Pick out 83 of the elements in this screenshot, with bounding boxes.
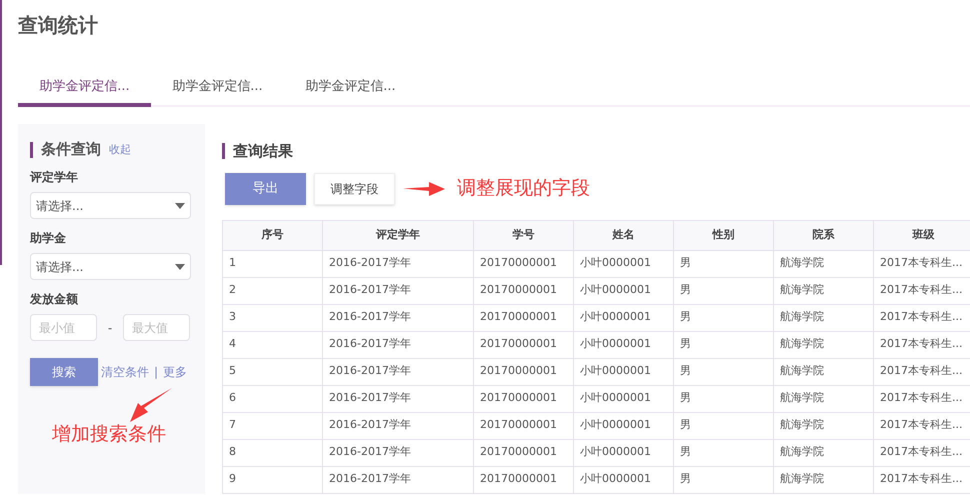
dropdown-caret-icon [175, 202, 185, 208]
table-cell: 1 [222, 250, 322, 277]
table-cell: 20170000001 [474, 358, 574, 385]
table-cell: 2 [222, 277, 322, 304]
table-cell: 20170000001 [474, 385, 574, 412]
table-cell: 航海学院 [774, 412, 874, 439]
table-cell: 小叶0000001 [574, 412, 674, 439]
table-cell: 20170000001 [474, 439, 574, 466]
table-cell: 小叶0000001 [574, 385, 674, 412]
table-cell: 2016-2017学年 [322, 385, 474, 412]
table-cell: 2016-2017学年 [322, 304, 474, 331]
table-cell: 2016-2017学年 [322, 331, 474, 358]
table-cell: 20170000001 [474, 331, 574, 358]
table-cell: 小叶0000001 [574, 250, 674, 277]
arrow-icon [130, 388, 172, 422]
panel-title: 条件查询 [41, 140, 101, 158]
field-label: 评定学年 [30, 169, 79, 186]
tab[interactable]: 助学金评定信... [151, 70, 284, 107]
adjust-fields-button[interactable]: 调整字段 [314, 172, 395, 204]
table-cell: 小叶0000001 [574, 439, 674, 466]
table-cell: 6 [222, 385, 322, 412]
column-header: 姓名 [574, 220, 674, 250]
table-cell: 小叶0000001 [574, 466, 674, 493]
table-cell: 男 [674, 466, 774, 493]
table-cell: 男 [674, 277, 774, 304]
table-cell: 航海学院 [774, 466, 874, 493]
table-cell: 男 [674, 439, 774, 466]
select-field[interactable]: 请选择... [30, 253, 191, 280]
table-cell: 男 [674, 358, 774, 385]
tab[interactable]: 助学金评定信... [284, 70, 417, 107]
table-cell: 航海学院 [774, 250, 874, 277]
table-cell: 男 [674, 331, 774, 358]
range-separator: - [106, 320, 114, 336]
column-header: 班级 [874, 220, 970, 250]
table-cell: 航海学院 [774, 439, 874, 466]
table-cell: 男 [674, 412, 774, 439]
dropdown-caret-icon [175, 264, 185, 270]
table-cell: 20170000001 [474, 412, 574, 439]
column-header: 院系 [774, 220, 874, 250]
table-cell: 航海学院 [774, 277, 874, 304]
table-cell: 2016-2017学年 [322, 466, 474, 493]
table-cell: 小叶0000001 [574, 277, 674, 304]
column-header: 性别 [674, 220, 774, 250]
table-cell: 9 [222, 466, 322, 493]
table-cell: 20170000001 [474, 304, 574, 331]
table-cell: 2016-2017学年 [322, 277, 474, 304]
table-cell: 8 [222, 439, 322, 466]
table-cell: 航海学院 [774, 358, 874, 385]
table-cell: 航海学院 [774, 331, 874, 358]
table-cell: 20170000001 [474, 277, 574, 304]
annotation-text: 调整展现的字段 [457, 176, 590, 202]
table-cell: 3 [222, 304, 322, 331]
table-cell: 航海学院 [774, 304, 874, 331]
table-cell: 小叶0000001 [574, 331, 674, 358]
table-cell: 2016-2017学年 [322, 412, 474, 439]
table-cell: 20170000001 [474, 466, 574, 493]
tab[interactable]: 助学金评定信... [18, 70, 151, 107]
table-cell: 2016-2017学年 [322, 250, 474, 277]
table-cell: 4 [222, 331, 322, 358]
table-cell: 小叶0000001 [574, 358, 674, 385]
table-cell: 20170000001 [474, 250, 574, 277]
column-header: 学号 [474, 220, 574, 250]
select-field[interactable]: 请选择... [30, 192, 191, 219]
table-cell: 航海学院 [774, 385, 874, 412]
arrow-icon [403, 180, 445, 196]
page-title: 查询统计 [18, 12, 99, 39]
field-label: 发放金额 [30, 291, 79, 308]
table-cell: 男 [674, 385, 774, 412]
link-divider: | [154, 364, 158, 381]
annotation-text: 增加搜索条件 [52, 422, 166, 447]
table-cell: 5 [222, 358, 322, 385]
results-title: 查询结果 [233, 141, 293, 162]
column-header: 序号 [222, 220, 322, 250]
max-input[interactable]: 最大值 [123, 314, 190, 341]
min-input[interactable]: 最小值 [30, 314, 97, 341]
field-label: 助学金 [30, 230, 67, 247]
table-cell: 2016-2017学年 [322, 439, 474, 466]
table-cell: 2016-2017学年 [322, 358, 474, 385]
column-header: 评定学年 [322, 220, 474, 250]
table-cell: 男 [674, 250, 774, 277]
table-cell: 男 [674, 304, 774, 331]
table-cell: 7 [222, 412, 322, 439]
table-cell: 小叶0000001 [574, 304, 674, 331]
